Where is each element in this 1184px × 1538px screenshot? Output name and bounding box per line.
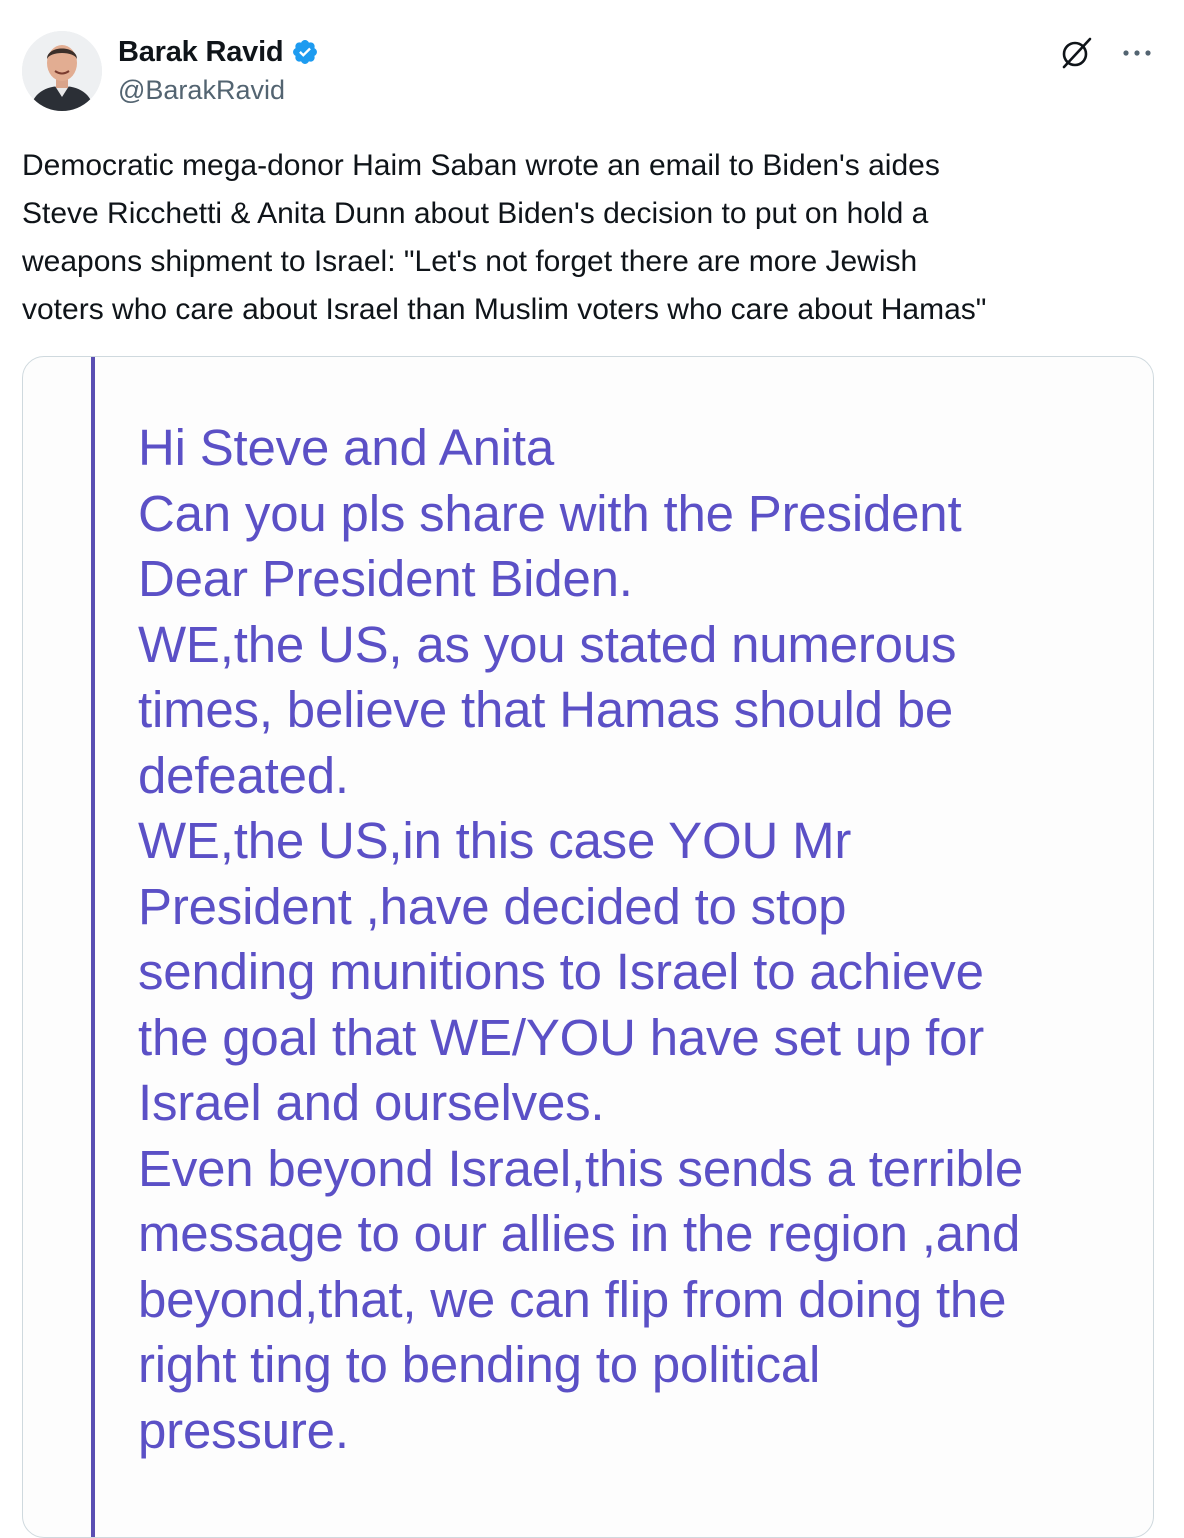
display-name[interactable]: Barak Ravid [118,36,284,69]
more-icon[interactable] [1120,36,1154,70]
tweet-header-actions [1058,35,1154,71]
tweet-media-image[interactable]: Hi Steve and Anita Can you pls share wit… [22,356,1154,1538]
author-name-row: Barak Ravid [118,34,319,70]
tweet-text: Democratic mega-donor Haim Saban wrote a… [22,149,987,326]
tweet: Barak Ravid @BarakRavid Democratic mega-… [0,0,1184,1538]
author-handle[interactable]: @BarakRavid [118,75,285,106]
email-body-text: Hi Steve and Anita Can you pls share wit… [138,419,1023,1459]
avatar-image [22,31,102,111]
grok-icon[interactable] [1058,35,1094,71]
email-quote-rule [91,357,95,1537]
verified-badge-icon[interactable] [291,38,319,66]
avatar[interactable] [22,31,102,111]
